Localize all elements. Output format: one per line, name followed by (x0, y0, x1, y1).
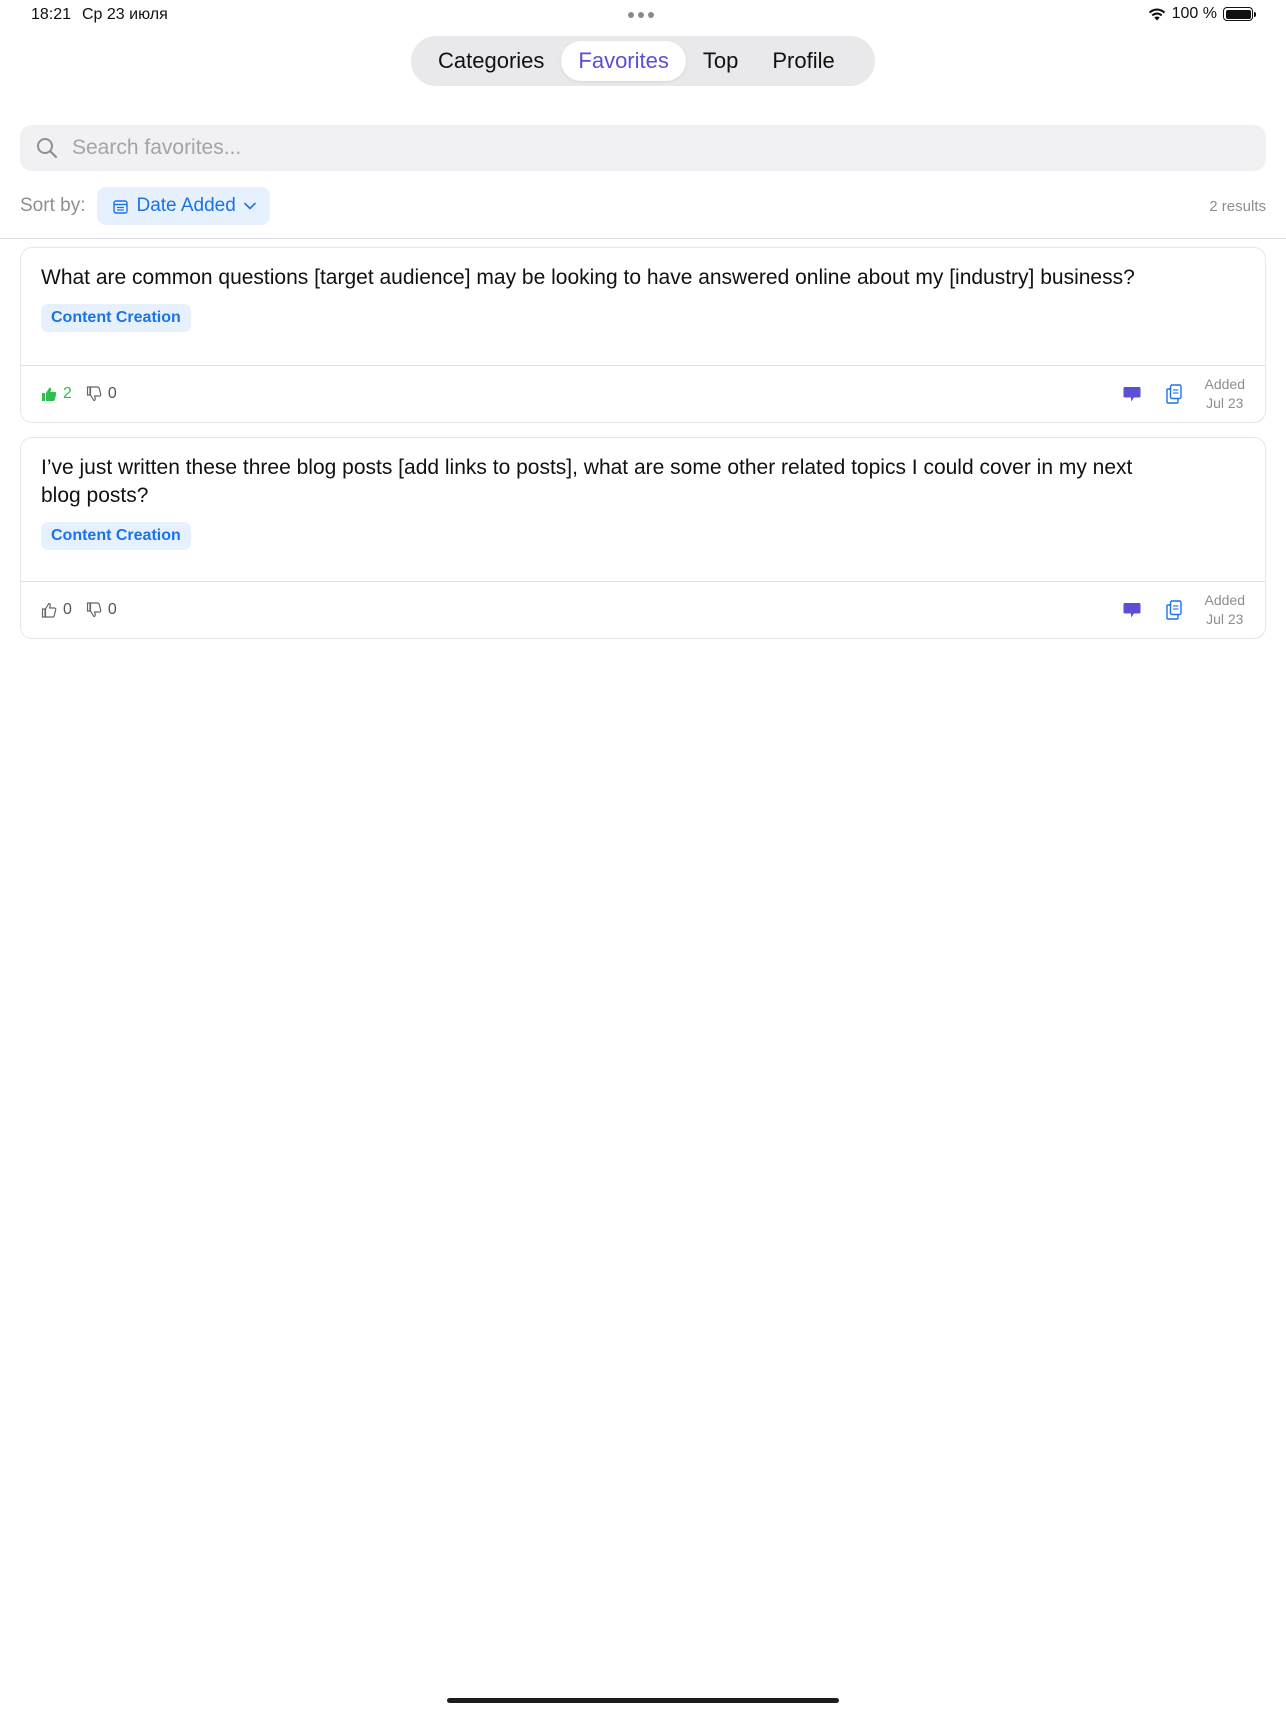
like-button[interactable]: 2 (41, 385, 72, 403)
card-footer: 2 0 Added Jul 23 (21, 365, 1265, 422)
results-count: 2 results (1209, 197, 1266, 215)
tab-profile[interactable]: Profile (755, 41, 851, 81)
tab-top[interactable]: Top (686, 41, 755, 81)
copy-button[interactable] (1163, 383, 1185, 405)
battery-percent: 100 % (1171, 5, 1217, 22)
thumbs-down-icon (86, 602, 102, 618)
added-date: Added Jul 23 (1205, 591, 1245, 629)
home-indicator[interactable] (447, 1698, 839, 1703)
thumbs-down-icon (86, 386, 102, 402)
multitasking-dots-icon[interactable] (628, 12, 658, 18)
prompt-text: I’ve just written these three blog posts… (41, 456, 1133, 507)
vote-group: 0 0 (41, 582, 117, 638)
vote-group: 2 0 (41, 366, 117, 422)
added-date: Added Jul 23 (1205, 375, 1245, 413)
sort-row: Sort by: Date Added 2 results (20, 187, 1266, 225)
copy-icon (1165, 384, 1182, 404)
status-right: 100 % (1148, 5, 1256, 23)
sort-label: Sort by: (20, 195, 86, 216)
chat-bubble-icon (1123, 602, 1141, 617)
search-bar (20, 125, 1266, 171)
copy-button[interactable] (1163, 599, 1185, 621)
dislike-count: 0 (107, 601, 117, 618)
search-input[interactable] (70, 135, 1174, 161)
status-date: Ср 23 июля (82, 6, 168, 23)
chat-button[interactable] (1121, 599, 1143, 621)
prompt-text: What are common questions [target audien… (41, 266, 1135, 289)
tab-categories[interactable]: Categories (421, 41, 561, 81)
card-footer: 0 0 Added Jul 23 (21, 581, 1265, 638)
chat-bubble-icon (1123, 386, 1141, 401)
card-actions: Added Jul 23 (1121, 582, 1245, 638)
dislike-button[interactable]: 0 (86, 601, 117, 619)
dislike-button[interactable]: 0 (86, 385, 117, 403)
category-tag[interactable]: Content Creation (41, 522, 191, 550)
added-date-value: Jul 23 (1206, 611, 1244, 627)
search-icon (37, 138, 58, 159)
prompt-card[interactable]: What are common questions [target audien… (20, 247, 1266, 423)
added-label: Added (1204, 592, 1245, 608)
status-bar: 18:21 Ср 23 июля 100 % (0, 0, 1286, 30)
divider (0, 238, 1286, 239)
added-date-value: Jul 23 (1206, 395, 1244, 411)
prompt-card[interactable]: I’ve just written these three blog posts… (20, 437, 1266, 639)
chevron-down-icon (243, 202, 256, 210)
like-count: 2 (63, 385, 72, 402)
card-actions: Added Jul 23 (1121, 366, 1245, 422)
segmented-tab-bar: Categories Favorites Top Profile (411, 36, 875, 86)
thumbs-up-icon (41, 602, 57, 618)
sort-selected-value: Date Added (136, 195, 236, 216)
like-count: 0 (63, 601, 72, 618)
battery-icon (1223, 7, 1256, 21)
category-tag[interactable]: Content Creation (41, 304, 191, 332)
thumbs-up-icon (42, 387, 57, 401)
calendar-icon (113, 199, 129, 214)
chat-button[interactable] (1121, 383, 1143, 405)
like-button[interactable]: 0 (41, 601, 72, 619)
dislike-count: 0 (107, 385, 117, 402)
wifi-icon (1148, 8, 1165, 21)
sort-dropdown-button[interactable]: Date Added (97, 187, 270, 225)
copy-icon (1165, 600, 1182, 620)
added-label: Added (1204, 376, 1245, 392)
tab-favorites[interactable]: Favorites (561, 41, 686, 81)
status-time: 18:21 (31, 6, 72, 23)
